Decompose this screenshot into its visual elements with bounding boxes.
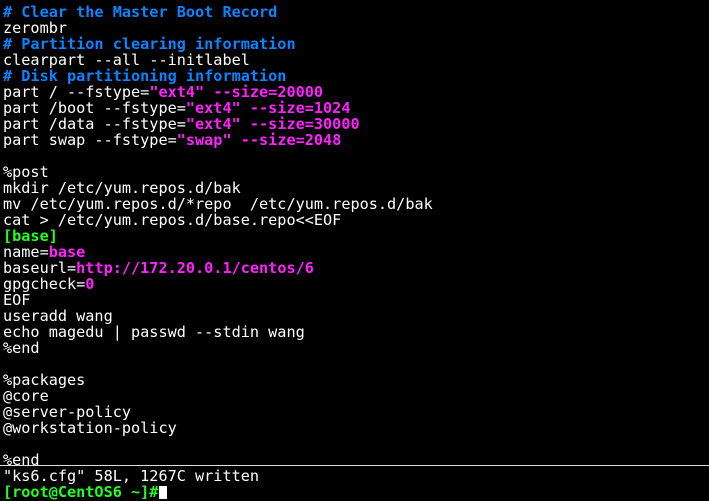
editor-line[interactable]: useradd wang [3, 308, 113, 324]
line-segment: %end [3, 339, 40, 357]
terminal-window[interactable]: # Clear the Master Boot Record zerombr # P… [0, 0, 709, 501]
line-segment: part swap --fstype= [3, 131, 177, 149]
editor-line[interactable]: cat > /etc/yum.repos.d/base.repo<<EOF [3, 212, 341, 228]
line-segment: "swap" [176, 131, 232, 149]
line-segment: echo magedu | passwd --stdin wang [3, 323, 305, 341]
editor-line[interactable]: part /boot --fstype="ext4" --size=1024 [3, 100, 350, 116]
editor-line[interactable]: EOF [3, 292, 30, 308]
vim-status-message: "ks6.cfg" 58L, 1267C written [3, 467, 260, 485]
line-segment: @workstation-policy [3, 419, 177, 437]
line-segment: 0 [85, 275, 95, 293]
status-divider [0, 465, 709, 466]
line-segment: --size=2048 [231, 131, 342, 149]
editor-line[interactable]: @core [3, 388, 49, 404]
editor-line[interactable]: gpgcheck=0 [3, 276, 94, 292]
line-segment: http://172.20.0.1/centos/6 [76, 259, 314, 277]
editor-line[interactable]: mkdir /etc/yum.repos.d/bak [3, 180, 241, 196]
shell-prompt[interactable]: [root@CentOS6 ~]# [3, 483, 168, 501]
editor-line[interactable]: mv /etc/yum.repos.d/*repo /etc/yum.repos… [3, 196, 433, 212]
editor-line[interactable]: baseurl=http://172.20.0.1/centos/6 [3, 260, 314, 276]
editor-line[interactable]: part swap --fstype="swap" --size=2048 [3, 132, 341, 148]
editor-line[interactable]: @server-policy [3, 404, 131, 420]
editor-line[interactable]: part /data --fstype="ext4" --size=30000 [3, 116, 360, 132]
editor-line[interactable]: %packages [3, 372, 85, 388]
editor-line[interactable]: name=base [3, 244, 85, 260]
editor-line[interactable]: %post [3, 164, 49, 180]
editor-line[interactable]: [base] [3, 228, 58, 244]
editor-line[interactable]: echo magedu | passwd --stdin wang [3, 324, 305, 340]
editor-line[interactable]: @workstation-policy [3, 420, 177, 436]
editor-line[interactable]: zerombr [3, 20, 67, 36]
prompt-text: [root@CentOS6 ~]# [3, 483, 159, 501]
editor-line[interactable]: clearpart --all --initlabel [3, 52, 250, 68]
editor-line[interactable]: %end [3, 340, 40, 356]
editor-line[interactable]: part / --fstype="ext4" --size=20000 [3, 84, 323, 100]
editor-line[interactable]: # Partition clearing information [3, 36, 296, 52]
text-cursor [159, 486, 168, 499]
editor-line[interactable]: # Disk partitioning information [3, 68, 286, 84]
editor-line[interactable]: # Clear the Master Boot Record [3, 4, 277, 20]
